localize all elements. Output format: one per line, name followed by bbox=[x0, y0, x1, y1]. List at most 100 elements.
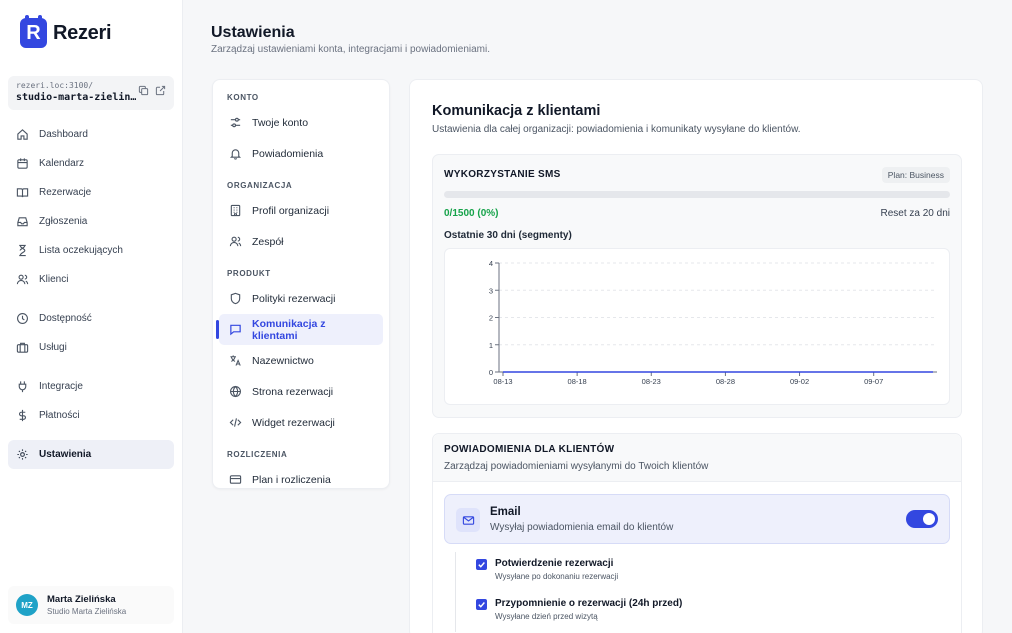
main-nav: Dashboard Kalendarz Rezerwacje Zgłoszeni… bbox=[8, 120, 174, 469]
nav-item-zgloszenia[interactable]: Zgłoszenia bbox=[8, 207, 174, 236]
menu-item-label: Strona rezerwacji bbox=[252, 385, 334, 398]
app-logo[interactable]: R Rezeri bbox=[20, 15, 112, 48]
check-subtitle: Wysyłane dzień przed wizytą bbox=[495, 612, 598, 621]
notifications-subtitle: Zarządzaj powiadomieniami wysyłanymi do … bbox=[444, 461, 709, 472]
gear-icon bbox=[17, 449, 28, 460]
menu-section-konto: KONTO bbox=[227, 92, 259, 102]
nav-label: Usługi bbox=[39, 342, 67, 353]
menu-item-profil-organizacji[interactable]: Profil organizacji bbox=[219, 195, 383, 226]
menu-item-label: Nazewnictwo bbox=[252, 354, 314, 367]
menu-item-label: Komunikacja z klientami bbox=[252, 317, 326, 342]
email-channel-title: Email bbox=[490, 506, 521, 518]
menu-section-rozliczenia: ROZLICZENIA bbox=[227, 449, 288, 459]
user-name: Marta Zielińska bbox=[47, 594, 116, 605]
nav-item-integracje[interactable]: Integracje bbox=[8, 372, 174, 401]
nav-item-kalendarz[interactable]: Kalendarz bbox=[8, 149, 174, 178]
sms-chart-svg: 0 1 2 3 4 08-13 08-18 08-23 08-28 09-02 09-07 bbox=[489, 259, 937, 386]
shield-icon bbox=[230, 292, 241, 305]
list-item: Potwierdzenie rezerwacji Wysyłane po dok… bbox=[476, 552, 939, 592]
nav-label: Lista oczekujących bbox=[39, 245, 123, 256]
y-tick-label: 2 bbox=[489, 314, 493, 323]
nav-item-klienci[interactable]: Klienci bbox=[8, 265, 174, 294]
check-icon bbox=[478, 562, 485, 568]
chart-label: Ostatnie 30 dni (segmenty) bbox=[444, 230, 572, 241]
external-link-icon[interactable] bbox=[155, 85, 166, 96]
credit-card-icon bbox=[229, 475, 242, 484]
copy-icon[interactable] bbox=[138, 85, 149, 96]
nav-item-dashboard[interactable]: Dashboard bbox=[8, 120, 174, 149]
menu-item-plan-rozliczenia[interactable]: Plan i rozliczenia bbox=[219, 464, 383, 495]
nav-item-lista-oczekujacych[interactable]: Lista oczekujących bbox=[8, 236, 174, 265]
y-tick-label: 4 bbox=[489, 259, 493, 268]
y-tick-label: 1 bbox=[489, 341, 493, 350]
nav-label: Integracje bbox=[39, 381, 83, 392]
sms-progress-bar bbox=[444, 191, 950, 198]
email-notification-options: Potwierdzenie rezerwacji Wysyłane po dok… bbox=[455, 552, 939, 632]
menu-item-label: Zespół bbox=[252, 235, 284, 248]
nav-item-platnosci[interactable]: Płatności bbox=[8, 401, 174, 430]
menu-item-label: Widget rezerwacji bbox=[252, 416, 335, 429]
email-channel-subtitle: Wysyłaj powiadomienia email do klientów bbox=[490, 522, 674, 533]
menu-item-twoje-konto[interactable]: Twoje konto bbox=[219, 107, 383, 138]
email-toggle[interactable] bbox=[906, 510, 938, 528]
x-tick-label: 09-02 bbox=[790, 377, 809, 386]
x-tick-label: 08-28 bbox=[716, 377, 735, 386]
x-tick-label: 08-18 bbox=[568, 377, 587, 386]
code-icon bbox=[229, 418, 242, 427]
sliders-icon bbox=[230, 117, 241, 128]
sms-usage-card: WYKORZYSTANIE SMS Plan: Business 0/1500 … bbox=[432, 154, 962, 418]
menu-item-komunikacja[interactable]: Komunikacja z klientami bbox=[216, 314, 383, 345]
menu-item-polityki-rezerwacji[interactable]: Polityki rezerwacji bbox=[219, 283, 383, 314]
avatar: MZ bbox=[16, 594, 38, 616]
nav-label: Ustawienia bbox=[39, 449, 92, 460]
user-profile[interactable]: MZ Marta Zielińska Studio Marta Zielińsk… bbox=[8, 586, 174, 624]
sms-usage-count: 0/1500 (0%) bbox=[444, 208, 499, 219]
communication-panel: Komunikacja z klientami Ustawienia dla c… bbox=[409, 79, 983, 633]
clock-icon bbox=[17, 313, 28, 324]
nav-label: Rezerwacje bbox=[39, 187, 92, 198]
team-icon bbox=[229, 236, 242, 247]
reminder-checkbox[interactable] bbox=[476, 599, 487, 610]
menu-item-label: Profil organizacji bbox=[252, 204, 330, 217]
app-sidebar: R Rezeri rezeri.loc:3100/ studio-marta-z… bbox=[0, 0, 183, 633]
message-square-icon bbox=[230, 324, 241, 336]
logo-mark: R bbox=[20, 15, 47, 48]
list-item: Przypomnienie o rezerwacji (24h przed) W… bbox=[476, 592, 939, 632]
confirmation-checkbox[interactable] bbox=[476, 559, 487, 570]
nav-item-uslugi[interactable]: Usługi bbox=[8, 333, 174, 362]
home-icon bbox=[17, 129, 28, 140]
nav-label: Dashboard bbox=[39, 129, 88, 140]
user-org: Studio Marta Zielińska bbox=[47, 607, 127, 616]
sms-usage-title: WYKORZYSTANIE SMS bbox=[444, 169, 561, 180]
menu-item-label: Twoje konto bbox=[252, 116, 309, 129]
menu-item-nazewnictwo[interactable]: Nazewnictwo bbox=[219, 345, 383, 376]
x-tick-label: 08-23 bbox=[642, 377, 661, 386]
menu-item-powiadomienia[interactable]: Powiadomienia bbox=[219, 138, 383, 169]
check-title: Potwierdzenie rezerwacji bbox=[495, 558, 614, 569]
menu-item-strona-rezerwacji[interactable]: Strona rezerwacji bbox=[219, 376, 383, 407]
menu-item-zespol[interactable]: Zespół bbox=[219, 226, 383, 257]
nav-item-ustawienia[interactable]: Ustawienia bbox=[8, 440, 174, 469]
check-icon bbox=[478, 602, 485, 608]
check-title: Przypomnienie o rezerwacji (24h przed) bbox=[495, 598, 683, 609]
nav-label: Dostępność bbox=[39, 313, 92, 324]
x-tick-label: 08-13 bbox=[493, 377, 512, 386]
menu-item-widget-rezerwacji[interactable]: Widget rezerwacji bbox=[219, 407, 383, 438]
book-icon bbox=[16, 188, 29, 198]
nav-item-rezerwacje[interactable]: Rezerwacje bbox=[8, 178, 174, 207]
plan-badge: Plan: Business bbox=[881, 167, 950, 183]
panel-subtitle: Ustawienia dla całej organizacji: powiad… bbox=[432, 124, 801, 135]
nav-label: Klienci bbox=[39, 274, 69, 285]
briefcase-icon bbox=[16, 342, 29, 353]
inbox-icon bbox=[17, 217, 28, 227]
check-subtitle: Wysyłane po dokonaniu rezerwacji bbox=[495, 572, 619, 581]
nav-item-dostepnosc[interactable]: Dostępność bbox=[8, 304, 174, 333]
menu-section-organizacja: ORGANIZACJA bbox=[227, 180, 293, 190]
sms-chart: 0 1 2 3 4 08-13 08-18 08-23 08-28 09-02 09-07 bbox=[444, 248, 950, 405]
menu-item-label: Plan i rozliczenia bbox=[252, 473, 331, 486]
app-name: Rezeri bbox=[53, 21, 112, 44]
nav-label: Kalendarz bbox=[39, 158, 85, 169]
notifications-title: POWIADOMIENIA DLA KLIENTÓW bbox=[444, 444, 615, 455]
dollar-icon bbox=[18, 409, 27, 422]
hourglass-icon bbox=[19, 244, 26, 257]
